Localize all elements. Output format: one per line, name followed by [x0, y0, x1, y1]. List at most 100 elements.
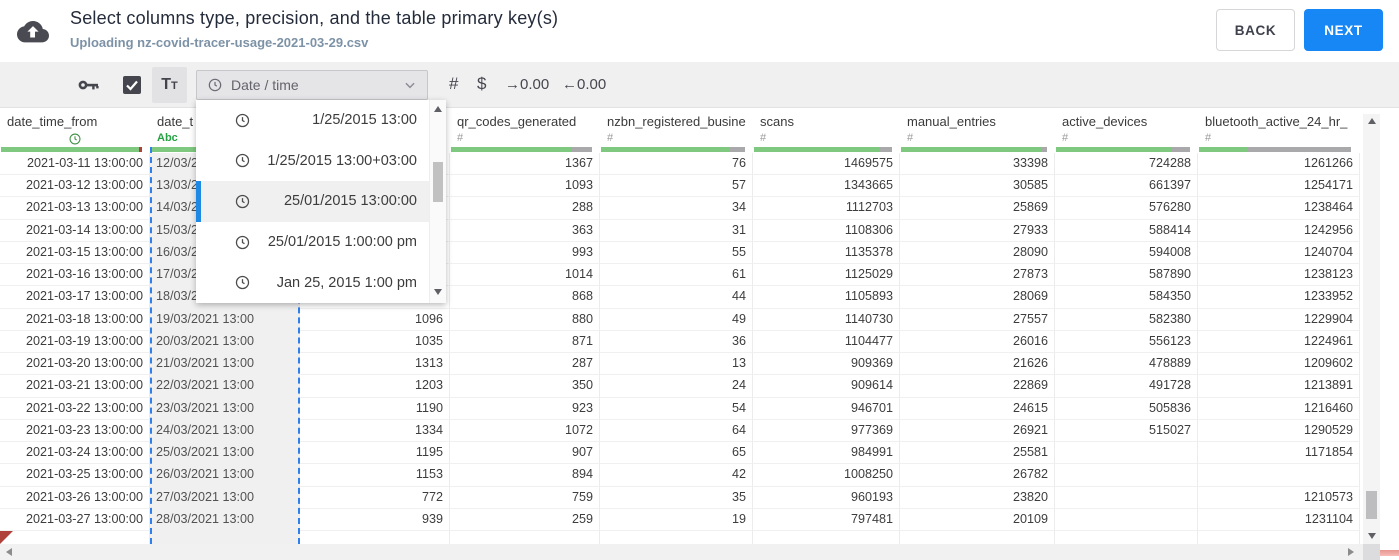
cell[interactable]: 25581: [900, 442, 1055, 465]
cell[interactable]: [600, 530, 753, 544]
cell[interactable]: 35: [600, 486, 753, 509]
cell[interactable]: 287: [450, 353, 600, 376]
cell[interactable]: 27557: [900, 308, 1055, 331]
cell[interactable]: 984991: [753, 442, 900, 465]
cell[interactable]: 939: [300, 508, 450, 531]
column-header[interactable]: manual_entries #: [900, 108, 1055, 147]
cell[interactable]: 2021-03-13 13:00:00: [0, 197, 150, 220]
cell[interactable]: 960193: [753, 486, 900, 509]
cell[interactable]: 1343665: [753, 175, 900, 198]
cell[interactable]: 759: [450, 486, 600, 509]
cell[interactable]: 1240704: [1198, 241, 1360, 265]
cell[interactable]: 2021-03-24 13:00:00: [0, 442, 150, 465]
cell[interactable]: 1229904: [1198, 308, 1360, 331]
cell[interactable]: 350: [450, 375, 600, 398]
back-button[interactable]: BACK: [1216, 9, 1295, 51]
cell[interactable]: 54: [600, 397, 753, 420]
scroll-up-button[interactable]: [434, 106, 442, 112]
column-header[interactable]: bluetooth_active_24_hr_ #: [1198, 108, 1360, 147]
cell[interactable]: 20109: [900, 508, 1055, 531]
cell[interactable]: 1195: [300, 442, 450, 465]
dropdown-option[interactable]: Jan 25, 2015 1:00 pm: [196, 262, 429, 303]
cell[interactable]: 22869: [900, 375, 1055, 398]
cell[interactable]: 1238464: [1198, 197, 1360, 220]
column-header[interactable]: date_time_from: [0, 108, 150, 147]
cell[interactable]: 946701: [753, 397, 900, 420]
cell[interactable]: 2021-03-15 13:00:00: [0, 241, 150, 265]
cell[interactable]: 19/03/2021 13:00: [150, 308, 300, 331]
cell[interactable]: 1238123: [1198, 264, 1360, 287]
cell[interactable]: 594008: [1055, 241, 1198, 265]
vertical-scrollbar[interactable]: [1363, 114, 1380, 544]
scroll-down-button[interactable]: [434, 289, 442, 295]
cell[interactable]: 1242956: [1198, 219, 1360, 242]
cell[interactable]: 1171854: [1198, 442, 1360, 465]
cell[interactable]: 13: [600, 353, 753, 376]
column-header[interactable]: active_devices #: [1055, 108, 1198, 147]
cell[interactable]: 2021-03-27 13:00:00: [0, 508, 150, 531]
cell[interactable]: [1055, 530, 1198, 544]
cell[interactable]: 772: [300, 486, 450, 509]
cell[interactable]: 23820: [900, 486, 1055, 509]
cell[interactable]: [1055, 464, 1198, 487]
scrollbar-thumb[interactable]: [433, 162, 443, 202]
cell[interactable]: 31: [600, 219, 753, 242]
cell[interactable]: 49: [600, 308, 753, 331]
cell[interactable]: 26/03/2021 13:00: [150, 464, 300, 487]
cell[interactable]: 1216460: [1198, 397, 1360, 420]
column-header[interactable]: nzbn_registered_busine #: [600, 108, 753, 147]
cell[interactable]: 57: [600, 175, 753, 198]
column-header[interactable]: scans #: [753, 108, 900, 147]
cell[interactable]: 1233952: [1198, 286, 1360, 309]
cell[interactable]: 1203: [300, 375, 450, 398]
dropdown-option[interactable]: 1/25/2015 13:00+03:00: [196, 141, 429, 182]
cell[interactable]: 491728: [1055, 375, 1198, 398]
cell[interactable]: 27/03/2021 13:00: [150, 486, 300, 509]
cell[interactable]: 909614: [753, 375, 900, 398]
cell[interactable]: [1055, 486, 1198, 509]
cell[interactable]: 977369: [753, 419, 900, 443]
cell[interactable]: 868: [450, 286, 600, 309]
cell[interactable]: 19: [600, 508, 753, 531]
cell[interactable]: 1104477: [753, 330, 900, 354]
cell[interactable]: 28090: [900, 241, 1055, 265]
cell[interactable]: 2021-03-18 13:00:00: [0, 308, 150, 331]
dropdown-option[interactable]: 25/01/2015 1:00:00 pm: [196, 222, 429, 263]
cell[interactable]: 1210573: [1198, 486, 1360, 509]
cell[interactable]: 993: [450, 241, 600, 265]
cell[interactable]: 1105893: [753, 286, 900, 309]
cell[interactable]: 1072: [450, 419, 600, 443]
cell[interactable]: 880: [450, 308, 600, 331]
cell[interactable]: 61: [600, 264, 753, 287]
cell[interactable]: 909369: [753, 353, 900, 376]
cell[interactable]: 2021-03-14 13:00:00: [0, 219, 150, 242]
cell[interactable]: 2021-03-25 13:00:00: [0, 464, 150, 487]
cell[interactable]: [450, 530, 600, 544]
increase-decimals-button[interactable]: →0.00: [505, 76, 549, 93]
cell[interactable]: 34: [600, 197, 753, 220]
cell[interactable]: 64: [600, 419, 753, 443]
cell[interactable]: 582380: [1055, 308, 1198, 331]
cell[interactable]: 26921: [900, 419, 1055, 443]
cell[interactable]: 44: [600, 286, 753, 309]
cell[interactable]: 556123: [1055, 330, 1198, 354]
cell[interactable]: 55: [600, 241, 753, 265]
cell[interactable]: 28069: [900, 286, 1055, 309]
dropdown-option[interactable]: 25/01/2015 13:00:00: [196, 181, 429, 222]
cell[interactable]: 24615: [900, 397, 1055, 420]
cell[interactable]: 1008250: [753, 464, 900, 487]
cell[interactable]: 1209602: [1198, 353, 1360, 376]
decrease-decimals-button[interactable]: ←0.00: [562, 76, 606, 93]
cell[interactable]: 2021-03-23 13:00:00: [0, 419, 150, 443]
cell[interactable]: 2021-03-17 13:00:00: [0, 286, 150, 309]
cell[interactable]: 28/03/2021 13:00: [150, 508, 300, 531]
cell[interactable]: 26782: [900, 464, 1055, 487]
cell[interactable]: [1055, 508, 1198, 531]
cell[interactable]: 24/03/2021 13:00: [150, 419, 300, 443]
scroll-down-button[interactable]: [1367, 533, 1376, 539]
scroll-up-button[interactable]: [1367, 118, 1376, 124]
cell[interactable]: 24: [600, 375, 753, 398]
cell[interactable]: 259: [450, 508, 600, 531]
cell[interactable]: 587890: [1055, 264, 1198, 287]
cell[interactable]: [1198, 530, 1360, 544]
